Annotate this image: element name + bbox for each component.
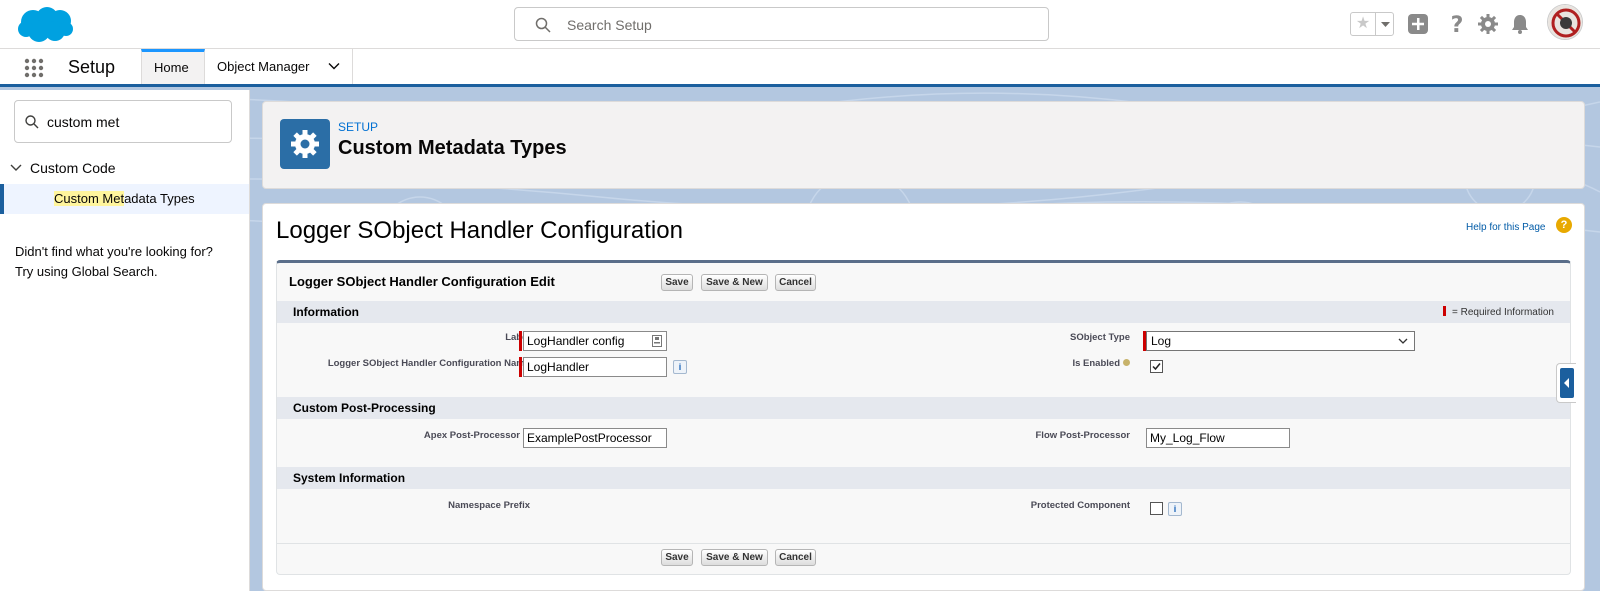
label-input-value: LogHandler config bbox=[527, 334, 625, 348]
required-marker bbox=[519, 331, 522, 351]
sobject-type-value: Log bbox=[1151, 334, 1172, 348]
search-icon bbox=[535, 17, 551, 33]
main-content-panel: Logger SObject Handler Configuration Hel… bbox=[262, 203, 1585, 591]
svg-text:?: ? bbox=[1451, 13, 1464, 35]
name-input[interactable]: LogHandler bbox=[523, 357, 667, 377]
help-icon[interactable]: ? bbox=[1556, 217, 1572, 233]
cancel-button-bottom[interactable]: Cancel bbox=[775, 549, 816, 566]
user-avatar[interactable] bbox=[1547, 4, 1583, 40]
protected-component-checkbox[interactable] bbox=[1150, 502, 1163, 515]
divider bbox=[277, 543, 1570, 544]
collapse-handle bbox=[1560, 368, 1574, 398]
label-input[interactable]: LogHandler config bbox=[523, 331, 667, 351]
no-results-line-1: Didn't find what you're looking for? bbox=[15, 244, 213, 259]
search-placeholder: Search Setup bbox=[567, 17, 652, 33]
apex-post-processor-input[interactable]: ExamplePostProcessor bbox=[523, 428, 667, 448]
is-enabled-label-text: Is Enabled bbox=[1072, 358, 1120, 369]
tree-item-label-rest: adata Types bbox=[124, 191, 195, 206]
help-icon[interactable]: ? bbox=[1446, 13, 1468, 35]
apex-value: ExamplePostProcessor bbox=[527, 431, 652, 445]
help-dot-icon[interactable] bbox=[1123, 359, 1130, 366]
section-header-system-information: System Information bbox=[277, 467, 1570, 489]
is-enabled-checkbox[interactable] bbox=[1150, 360, 1163, 373]
is-enabled-field-label: Is Enabled bbox=[1072, 358, 1130, 369]
add-icon[interactable] bbox=[1407, 13, 1429, 35]
required-legend-text: = Required Information bbox=[1451, 307, 1554, 318]
tree-item-custom-metadata-types[interactable]: Custom Metadata Types bbox=[0, 184, 249, 214]
chevron-down-icon[interactable] bbox=[328, 60, 340, 72]
flow-post-processor-input[interactable]: My_Log_Flow bbox=[1146, 428, 1290, 448]
tree-item-label: Custom Metadata Types bbox=[54, 191, 195, 206]
quick-find-input[interactable]: custom met bbox=[14, 100, 232, 143]
sobject-type-field-label: SObject Type bbox=[1069, 332, 1130, 343]
setup-gear-icon bbox=[280, 119, 330, 169]
context-bar: Setup Home Object Manager bbox=[0, 49, 1600, 87]
save-button-bottom[interactable]: Save bbox=[661, 549, 693, 566]
chevron-left-icon bbox=[1564, 378, 1569, 388]
info-icon[interactable]: i bbox=[673, 360, 687, 374]
protected-component-label: Protected Component bbox=[1030, 500, 1130, 511]
no-results-help: Didn't find what you're looking for? Try… bbox=[15, 242, 213, 282]
chevron-down-icon bbox=[1398, 338, 1408, 344]
required-legend: = Required Information bbox=[1442, 306, 1554, 318]
gear-icon[interactable] bbox=[1477, 13, 1499, 35]
search-icon bbox=[25, 115, 39, 129]
checkmark-icon bbox=[1152, 363, 1161, 371]
flow-value: My_Log_Flow bbox=[1150, 431, 1225, 445]
namespace-prefix-label: Namespace Prefix bbox=[448, 500, 530, 511]
record-page-title: Logger SObject Handler Configuration bbox=[276, 217, 683, 244]
name-input-value: LogHandler bbox=[527, 360, 590, 374]
help-for-page-link[interactable]: Help for this Page bbox=[1466, 222, 1546, 233]
save-and-new-button[interactable]: Save & New bbox=[701, 274, 768, 291]
search-input[interactable]: Search Setup bbox=[514, 7, 1049, 41]
save-button[interactable]: Save bbox=[661, 274, 693, 291]
search-highlight: Custom Met bbox=[54, 191, 125, 206]
page-title: Custom Metadata Types bbox=[338, 137, 567, 159]
app-name: Setup bbox=[68, 57, 116, 77]
section-title: System Information bbox=[293, 471, 406, 485]
app-launcher-icon[interactable] bbox=[24, 58, 44, 78]
tab-home[interactable]: Home bbox=[141, 49, 205, 84]
tree-node-custom-code[interactable]: Custom Code bbox=[10, 160, 116, 176]
edit-form-title: Logger SObject Handler Configuration Edi… bbox=[289, 274, 555, 289]
no-results-line-2: Try using Global Search. bbox=[15, 264, 158, 279]
section-header-post-processing: Custom Post-Processing bbox=[277, 397, 1570, 419]
section-title: Information bbox=[293, 305, 359, 319]
chevron-down-icon bbox=[1381, 22, 1390, 27]
required-marker bbox=[519, 357, 522, 377]
autofill-icon bbox=[652, 335, 662, 347]
favorites-button-group: ★ bbox=[1350, 12, 1394, 36]
setup-sidebar: custom met Custom Code Custom Metadata T… bbox=[0, 90, 250, 591]
cancel-button[interactable]: Cancel bbox=[775, 274, 816, 291]
info-icon[interactable]: i bbox=[1168, 502, 1182, 516]
chevron-down-icon bbox=[10, 164, 22, 171]
sidebar-toggle-tab[interactable] bbox=[1556, 363, 1576, 403]
breadcrumb[interactable]: SETUP bbox=[338, 120, 378, 134]
apex-post-processor-label: Apex Post-Processor bbox=[424, 430, 530, 441]
section-header-information: Information = Required Information bbox=[277, 301, 1570, 323]
flow-post-processor-label: Flow Post-Processor bbox=[1035, 430, 1131, 441]
tab-object-manager[interactable]: Object Manager bbox=[205, 49, 353, 84]
save-and-new-button-bottom[interactable]: Save & New bbox=[701, 549, 768, 566]
name-field-label: Logger SObject Handler Configuration Nam… bbox=[327, 358, 530, 369]
required-marker bbox=[1442, 306, 1446, 316]
section-title: Custom Post-Processing bbox=[293, 401, 436, 415]
star-icon[interactable]: ★ bbox=[1353, 15, 1373, 33]
salesforce-cloud-logo[interactable] bbox=[16, 5, 74, 43]
tab-home-label: Home bbox=[154, 60, 189, 75]
bell-icon[interactable] bbox=[1509, 13, 1531, 35]
apex-label-text: Apex Post-Processor bbox=[423, 430, 520, 441]
quick-find-value: custom met bbox=[47, 114, 120, 130]
global-header: Search Setup ★ ? bbox=[0, 0, 1600, 49]
tab-object-manager-label: Object Manager bbox=[217, 59, 310, 74]
sobject-type-select[interactable]: Log bbox=[1146, 331, 1415, 351]
tree-node-label: Custom Code bbox=[30, 160, 116, 176]
favorites-dropdown-button[interactable] bbox=[1375, 13, 1394, 35]
setup-page-header: SETUP Custom Metadata Types bbox=[262, 101, 1585, 189]
edit-form: Logger SObject Handler Configuration Edi… bbox=[276, 260, 1571, 575]
